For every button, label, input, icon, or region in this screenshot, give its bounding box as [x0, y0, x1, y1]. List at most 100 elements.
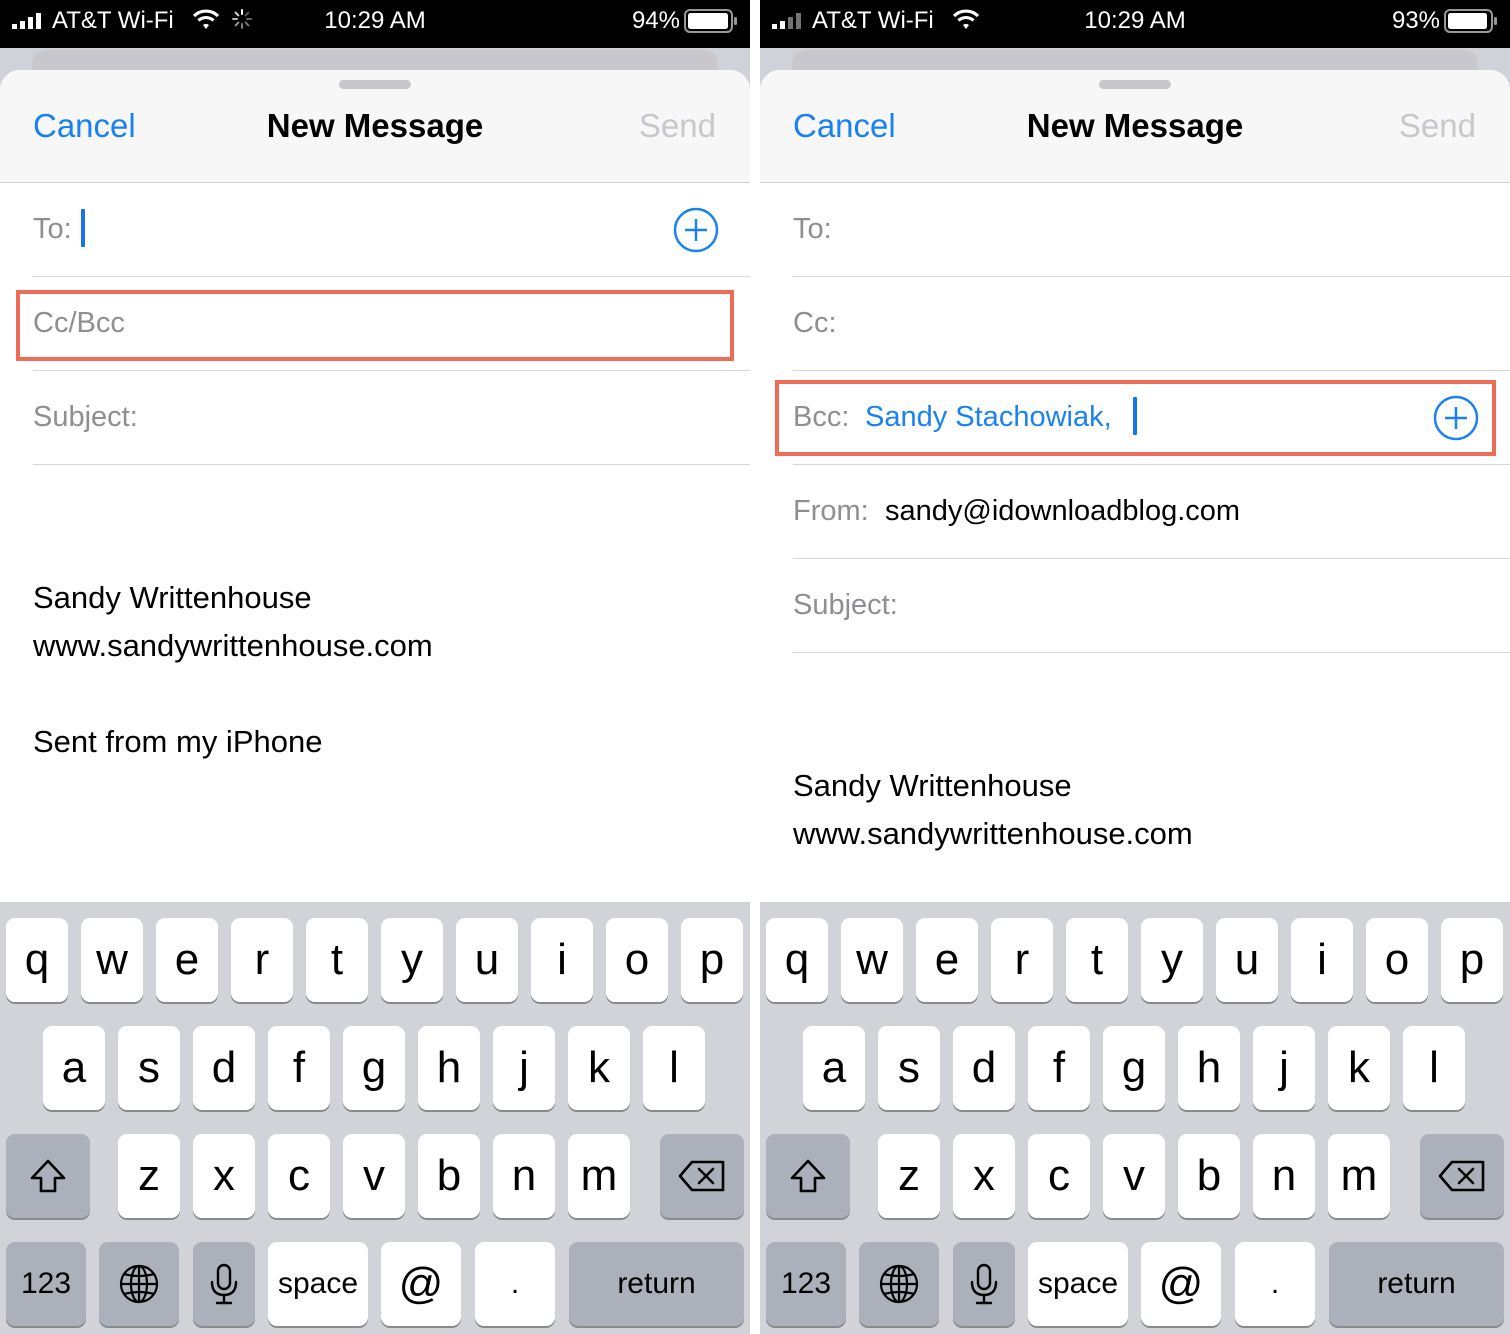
shift-key[interactable]: [6, 1134, 90, 1218]
globe-icon: [119, 1264, 159, 1304]
status-bar: AT&T Wi-Fi 10:29 AM 94%: [0, 0, 750, 48]
key-e[interactable]: e: [916, 918, 978, 1002]
key-r[interactable]: r: [231, 918, 293, 1002]
cc-field[interactable]: Cc:: [793, 277, 1510, 371]
key-d[interactable]: d: [193, 1026, 255, 1110]
key-v[interactable]: v: [343, 1134, 405, 1218]
period-key[interactable]: .: [1235, 1242, 1315, 1326]
battery-icon: [1444, 9, 1497, 33]
delete-key[interactable]: [660, 1134, 744, 1218]
key-x[interactable]: x: [953, 1134, 1015, 1218]
key-j[interactable]: j: [1253, 1026, 1315, 1110]
key-n[interactable]: n: [493, 1134, 555, 1218]
globe-key[interactable]: [99, 1242, 179, 1326]
key-y[interactable]: y: [381, 918, 443, 1002]
key-k[interactable]: k: [568, 1026, 630, 1110]
key-o[interactable]: o: [1366, 918, 1428, 1002]
sheet-grabber[interactable]: [1099, 80, 1171, 89]
at-key[interactable]: @: [1141, 1242, 1221, 1326]
delete-key[interactable]: [1420, 1134, 1504, 1218]
add-contact-plus-icon[interactable]: [673, 207, 719, 253]
key-z[interactable]: z: [878, 1134, 940, 1218]
key-f[interactable]: f: [268, 1026, 330, 1110]
compose-nav-bar: Cancel New Message Send: [0, 70, 750, 183]
key-q[interactable]: q: [766, 918, 828, 1002]
return-key[interactable]: return: [1329, 1242, 1504, 1326]
key-q[interactable]: q: [6, 918, 68, 1002]
key-c[interactable]: c: [268, 1134, 330, 1218]
key-h[interactable]: h: [418, 1026, 480, 1110]
shift-icon: [30, 1159, 66, 1193]
key-p[interactable]: p: [681, 918, 743, 1002]
key-g[interactable]: g: [343, 1026, 405, 1110]
numbers-key[interactable]: 123: [766, 1242, 846, 1326]
text-cursor: [81, 209, 85, 247]
sheet-grabber[interactable]: [339, 80, 411, 89]
phone-screen-left: AT&T Wi-Fi 10:29 AM 94% Cancel New Messa…: [0, 0, 750, 1334]
send-button[interactable]: Send: [639, 106, 716, 146]
key-l[interactable]: l: [1403, 1026, 1465, 1110]
to-label: To:: [33, 213, 72, 245]
from-address[interactable]: sandy@idownloadblog.com: [885, 491, 1240, 531]
key-a[interactable]: a: [803, 1026, 865, 1110]
key-u[interactable]: u: [1216, 918, 1278, 1002]
key-x[interactable]: x: [193, 1134, 255, 1218]
key-s[interactable]: s: [878, 1026, 940, 1110]
space-key[interactable]: space: [268, 1242, 368, 1326]
numbers-key[interactable]: 123: [6, 1242, 86, 1326]
shift-key[interactable]: [766, 1134, 850, 1218]
key-u[interactable]: u: [456, 918, 518, 1002]
phone-screen-right: AT&T Wi-Fi 10:29 AM 93% Cancel New Messa…: [760, 0, 1510, 1334]
to-field[interactable]: To:: [793, 183, 1510, 277]
key-z[interactable]: z: [118, 1134, 180, 1218]
globe-key[interactable]: [859, 1242, 939, 1326]
from-field[interactable]: From: sandy@idownloadblog.com: [793, 465, 1510, 559]
key-f[interactable]: f: [1028, 1026, 1090, 1110]
key-t[interactable]: t: [306, 918, 368, 1002]
key-b[interactable]: b: [418, 1134, 480, 1218]
key-y[interactable]: y: [1141, 918, 1203, 1002]
return-key[interactable]: return: [569, 1242, 744, 1326]
signature-website: www.sandywrittenhouse.com: [793, 816, 1193, 851]
subject-field[interactable]: Subject:: [793, 559, 1510, 653]
key-i[interactable]: i: [1291, 918, 1353, 1002]
space-key[interactable]: space: [1028, 1242, 1128, 1326]
signature-website: www.sandywrittenhouse.com: [33, 628, 433, 663]
key-v[interactable]: v: [1103, 1134, 1165, 1218]
subject-field[interactable]: Subject:: [33, 371, 750, 465]
key-l[interactable]: l: [643, 1026, 705, 1110]
key-w[interactable]: w: [81, 918, 143, 1002]
key-c[interactable]: c: [1028, 1134, 1090, 1218]
key-n[interactable]: n: [1253, 1134, 1315, 1218]
period-key[interactable]: .: [475, 1242, 555, 1326]
key-a[interactable]: a: [43, 1026, 105, 1110]
key-m[interactable]: m: [1328, 1134, 1390, 1218]
key-g[interactable]: g: [1103, 1026, 1165, 1110]
key-i[interactable]: i: [531, 918, 593, 1002]
at-key[interactable]: @: [381, 1242, 461, 1326]
key-j[interactable]: j: [493, 1026, 555, 1110]
key-m[interactable]: m: [568, 1134, 630, 1218]
key-t[interactable]: t: [1066, 918, 1128, 1002]
dictation-key[interactable]: [953, 1242, 1015, 1326]
key-b[interactable]: b: [1178, 1134, 1240, 1218]
key-o[interactable]: o: [606, 918, 668, 1002]
to-field[interactable]: To:: [33, 183, 750, 277]
send-button[interactable]: Send: [1399, 106, 1476, 146]
cc-label: Cc:: [793, 307, 837, 339]
microphone-icon: [970, 1263, 998, 1305]
key-p[interactable]: p: [1441, 918, 1503, 1002]
key-s[interactable]: s: [118, 1026, 180, 1110]
dictation-key[interactable]: [193, 1242, 255, 1326]
keyboard: q w e r t y u i o p a s d f g h j k l z …: [0, 902, 750, 1334]
status-bar: AT&T Wi-Fi 10:29 AM 93%: [760, 0, 1510, 48]
key-k[interactable]: k: [1328, 1026, 1390, 1110]
delete-icon: [678, 1160, 725, 1192]
compose-sheet: Cancel New Message Send To: Cc/Bcc Subje…: [0, 70, 750, 902]
key-r[interactable]: r: [991, 918, 1053, 1002]
key-d[interactable]: d: [953, 1026, 1015, 1110]
key-h[interactable]: h: [1178, 1026, 1240, 1110]
key-e[interactable]: e: [156, 918, 218, 1002]
subject-label: Subject:: [33, 401, 138, 433]
key-w[interactable]: w: [841, 918, 903, 1002]
